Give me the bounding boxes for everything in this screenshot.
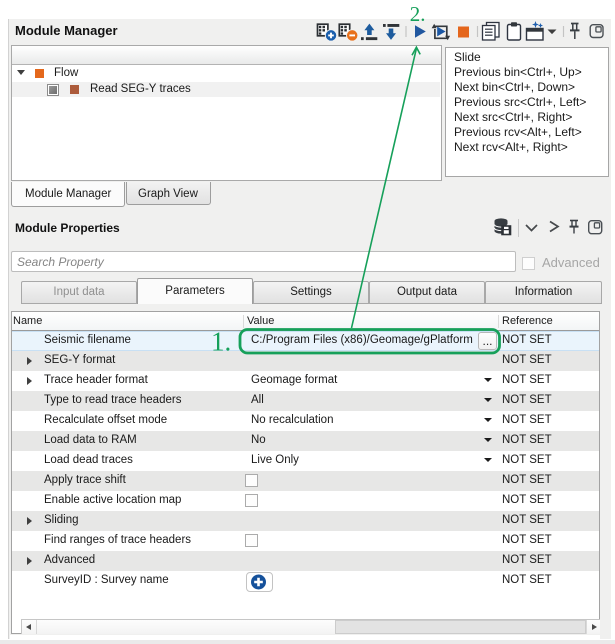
svg-text:2.: 2.	[410, 2, 426, 26]
svg-text:1.: 1.	[211, 327, 231, 357]
